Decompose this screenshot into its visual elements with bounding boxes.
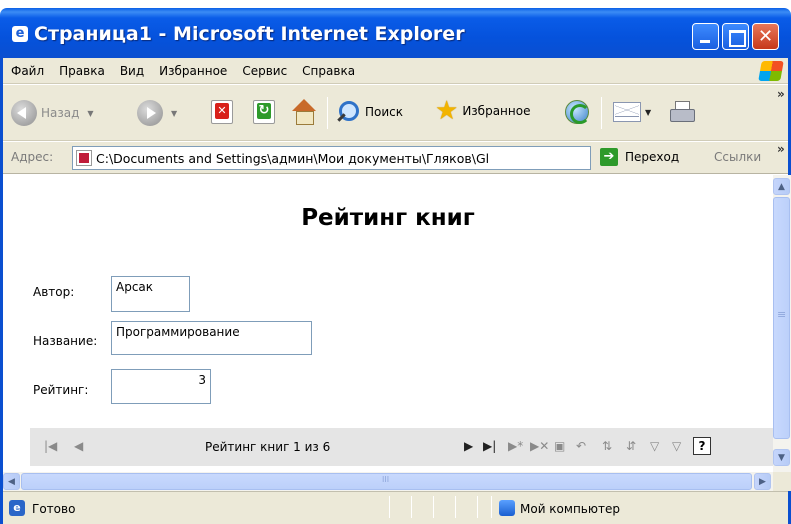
toolbar-separator bbox=[601, 97, 602, 129]
filter-by-selection-icon[interactable]: ▽ bbox=[650, 439, 659, 453]
next-record-icon[interactable]: ▶ bbox=[464, 439, 473, 453]
go-button[interactable]: ➔ Переход bbox=[600, 148, 679, 166]
favorites-star-icon: ★ bbox=[435, 96, 459, 126]
new-record-icon[interactable]: ▶* bbox=[508, 439, 523, 453]
close-button[interactable]: ✕ bbox=[752, 23, 779, 50]
window-title: Страница1 - Microsoft Internet Explorer bbox=[34, 23, 465, 45]
mail-button[interactable]: ▼ bbox=[613, 102, 651, 122]
address-bar: Адрес: C:\Documents and Settings\админ\М… bbox=[3, 142, 788, 174]
stop-icon bbox=[211, 100, 233, 124]
first-record-icon[interactable]: |◀ bbox=[44, 439, 57, 453]
toggle-filter-icon[interactable]: ▽ bbox=[672, 439, 681, 453]
links-button[interactable]: Ссылки bbox=[714, 150, 761, 164]
status-divider bbox=[477, 496, 478, 518]
printer-icon bbox=[669, 101, 695, 123]
status-divider bbox=[491, 496, 492, 518]
rating-label: Рейтинг: bbox=[33, 383, 89, 397]
go-label: Переход bbox=[625, 150, 680, 164]
forward-dropdown-icon[interactable]: ▼ bbox=[171, 109, 177, 118]
menu-bar: Файл Правка Вид Избранное Сервис Справка bbox=[3, 58, 788, 84]
print-button[interactable] bbox=[669, 101, 695, 123]
menu-favorites[interactable]: Избранное bbox=[159, 64, 227, 78]
help-icon[interactable]: ? bbox=[693, 437, 711, 455]
rating-field[interactable]: 3 bbox=[111, 369, 211, 404]
status-divider bbox=[433, 496, 434, 518]
stop-button[interactable] bbox=[211, 100, 233, 124]
scroll-up-icon[interactable]: ▲ bbox=[773, 178, 790, 195]
maximize-button[interactable] bbox=[722, 23, 749, 50]
record-position-label: Рейтинг книг 1 из 6 bbox=[205, 440, 331, 454]
standard-toolbar: Назад ▼ ▼ Поиск ★ Избранное ▼ » bbox=[3, 85, 788, 141]
sort-descending-icon[interactable]: ⇵ bbox=[626, 439, 636, 453]
home-button[interactable] bbox=[291, 99, 317, 125]
status-text: Готово bbox=[32, 502, 76, 516]
status-divider bbox=[455, 496, 456, 518]
scroll-down-icon[interactable]: ▼ bbox=[773, 449, 790, 466]
menu-file[interactable]: Файл bbox=[11, 64, 44, 78]
back-label: Назад bbox=[41, 106, 80, 120]
menu-help[interactable]: Справка bbox=[302, 64, 355, 78]
favorites-button[interactable]: ★ Избранное bbox=[435, 98, 530, 124]
menu-edit[interactable]: Правка bbox=[59, 64, 105, 78]
security-zone-text: Мой компьютер bbox=[520, 502, 620, 516]
minimize-button[interactable] bbox=[692, 23, 719, 50]
horizontal-scroll-thumb[interactable] bbox=[21, 473, 752, 490]
mail-dropdown-icon[interactable]: ▼ bbox=[645, 108, 651, 117]
horizontal-scrollbar[interactable]: ◀ ▶ bbox=[3, 472, 773, 491]
mail-icon bbox=[613, 102, 641, 122]
address-input[interactable]: C:\Documents and Settings\админ\Мои доку… bbox=[72, 146, 591, 170]
page-content: Рейтинг книг Автор: Арсак Название: Прог… bbox=[3, 175, 773, 472]
undo-record-icon[interactable]: ↶ bbox=[576, 439, 586, 453]
search-button[interactable]: Поиск bbox=[337, 100, 403, 124]
scroll-right-icon[interactable]: ▶ bbox=[754, 473, 771, 490]
document-icon bbox=[76, 150, 92, 166]
last-record-icon[interactable]: ▶| bbox=[483, 439, 496, 453]
back-dropdown-icon[interactable]: ▼ bbox=[87, 109, 93, 118]
menu-tools[interactable]: Сервис bbox=[242, 64, 287, 78]
ie-page-icon: e bbox=[12, 26, 28, 42]
address-label: Адрес: bbox=[11, 150, 54, 164]
screen-top-strip bbox=[0, 0, 791, 8]
previous-record-icon[interactable]: ◀ bbox=[74, 439, 83, 453]
sort-ascending-icon[interactable]: ⇅ bbox=[602, 439, 612, 453]
status-divider bbox=[411, 496, 412, 518]
media-icon bbox=[565, 100, 590, 124]
scrollbar-corner bbox=[773, 472, 791, 491]
home-icon bbox=[291, 99, 317, 125]
title-field[interactable]: Программирование bbox=[111, 321, 312, 355]
ie-status-icon: e bbox=[9, 500, 25, 516]
back-button[interactable]: Назад ▼ bbox=[11, 100, 94, 126]
menu-view[interactable]: Вид bbox=[120, 64, 144, 78]
title-bar[interactable]: e Страница1 - Microsoft Internet Explore… bbox=[0, 8, 791, 58]
back-arrow-icon bbox=[11, 100, 37, 126]
status-divider bbox=[389, 496, 390, 518]
forward-button[interactable]: ▼ bbox=[137, 100, 177, 126]
save-record-icon[interactable]: ▣ bbox=[554, 439, 565, 453]
links-overflow-icon[interactable]: » bbox=[777, 142, 785, 156]
title-label: Название: bbox=[33, 334, 98, 348]
go-arrow-icon: ➔ bbox=[600, 148, 618, 166]
forward-arrow-icon bbox=[137, 100, 163, 126]
record-navigation-bar: |◀ ◀ Рейтинг книг 1 из 6 ▶ ▶| ▶* ▶✕ ▣ ↶ … bbox=[30, 428, 773, 466]
delete-record-icon[interactable]: ▶✕ bbox=[530, 439, 549, 453]
search-label: Поиск bbox=[365, 105, 404, 119]
favorites-label: Избранное bbox=[462, 104, 531, 118]
close-icon: ✕ bbox=[757, 26, 774, 47]
status-bar: e Готово Мой компьютер bbox=[3, 491, 788, 524]
my-computer-icon bbox=[499, 500, 515, 516]
toolbar-separator bbox=[327, 97, 328, 129]
windows-flag-icon bbox=[758, 61, 784, 81]
address-value: C:\Documents and Settings\админ\Мои доку… bbox=[96, 150, 490, 166]
scroll-left-icon[interactable]: ◀ bbox=[3, 473, 20, 490]
toolbar-overflow-icon[interactable]: » bbox=[777, 87, 785, 101]
author-label: Автор: bbox=[33, 285, 75, 299]
author-field[interactable]: Арсак bbox=[111, 276, 190, 312]
media-button[interactable] bbox=[565, 100, 590, 124]
vertical-scrollbar[interactable]: ▲ ▼ bbox=[773, 175, 791, 472]
refresh-button[interactable] bbox=[253, 100, 275, 124]
refresh-icon bbox=[253, 100, 275, 124]
vertical-scroll-thumb[interactable] bbox=[773, 197, 790, 439]
page-title: Рейтинг книг bbox=[301, 205, 475, 231]
search-icon bbox=[337, 100, 361, 124]
